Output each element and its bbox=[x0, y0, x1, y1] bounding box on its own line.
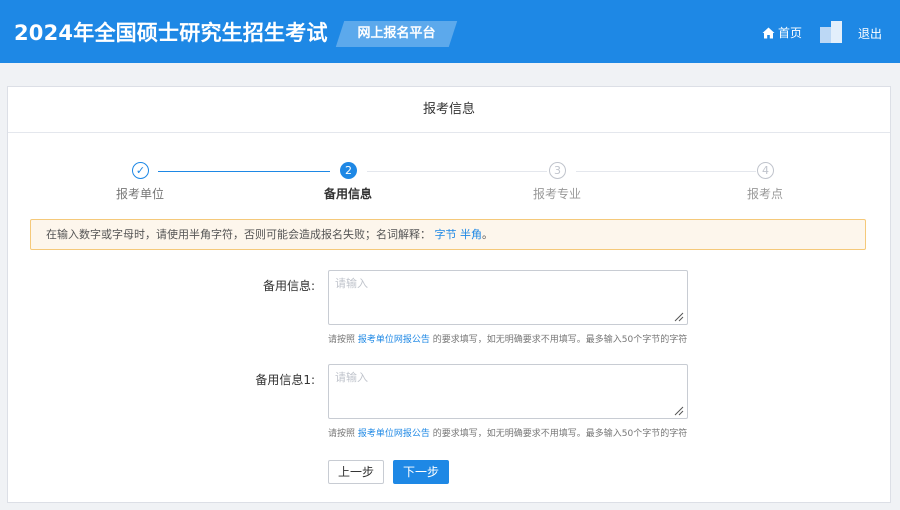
hint-prefix: 请按照 bbox=[328, 335, 358, 345]
step-3-label: 报考专业 bbox=[532, 187, 581, 201]
backup-info-1-textarea[interactable] bbox=[328, 364, 688, 419]
step-connector-pending bbox=[367, 171, 547, 172]
step-4-label: 报考点 bbox=[746, 187, 783, 201]
registration-card: 报考信息 ✓ 报考单位 2 备用信息 3 报考专业 4 报考点 在输入数字或字母… bbox=[7, 86, 891, 503]
resize-grip-icon[interactable] bbox=[674, 312, 684, 322]
backup-info-label: 备用信息: bbox=[262, 279, 315, 293]
step-2-number: 2 bbox=[340, 162, 357, 179]
hint-prefix: 请按照 bbox=[328, 429, 358, 439]
step-1-check-icon: ✓ bbox=[132, 162, 149, 179]
half-width-warning-alert: 在输入数字或字母时，请使用半角字符，否则可能会造成报名失败；名词解释： 字节 半… bbox=[30, 219, 866, 250]
avatar-shape-right bbox=[831, 21, 842, 43]
announcement-link[interactable]: 报考单位网报公告 bbox=[358, 335, 430, 345]
step-connector-pending bbox=[576, 171, 756, 172]
home-icon bbox=[762, 27, 775, 39]
resize-grip-icon[interactable] bbox=[674, 406, 684, 416]
step-connector-done bbox=[158, 171, 330, 172]
alert-link-half-width[interactable]: 半角 bbox=[460, 228, 482, 241]
card-title: 报考信息 bbox=[8, 87, 890, 133]
next-step-button[interactable]: 下一步 bbox=[393, 460, 449, 484]
backup-info-1-label: 备用信息1: bbox=[255, 373, 315, 387]
top-navbar: 2024年全国硕士研究生招生考试 网上报名平台 首页 退出 bbox=[0, 0, 900, 63]
user-avatar[interactable] bbox=[820, 21, 842, 43]
step-1-label: 报考单位 bbox=[115, 187, 164, 201]
avatar-shape-left bbox=[820, 27, 831, 43]
backup-info-1-hint: 请按照 报考单位网报公告 的要求填写，如无明确要求不用填写。最多输入50个字节的… bbox=[328, 426, 687, 439]
step-3-number: 3 bbox=[549, 162, 566, 179]
alert-end: 。 bbox=[482, 228, 493, 241]
home-link[interactable]: 首页 bbox=[762, 24, 802, 41]
hint-suffix: 的要求填写，如无明确要求不用填写。最多输入50个字节的字符 bbox=[429, 429, 688, 439]
announcement-link[interactable]: 报考单位网报公告 bbox=[358, 429, 430, 439]
hint-suffix: 的要求填写，如无明确要求不用填写。最多输入50个字节的字符 bbox=[429, 335, 688, 345]
alert-link-byte[interactable]: 字节 bbox=[435, 228, 457, 241]
alert-text: 在输入数字或字母时，请使用半角字符，否则可能会造成报名失败；名词解释： bbox=[46, 228, 431, 241]
logout-link[interactable]: 退出 bbox=[858, 25, 882, 42]
step-2-label: 备用信息 bbox=[323, 187, 372, 201]
progress-steps: ✓ 报考单位 2 备用信息 3 报考专业 4 报考点 bbox=[8, 162, 890, 202]
backup-info-hint: 请按照 报考单位网报公告 的要求填写，如无明确要求不用填写。最多输入50个字节的… bbox=[328, 332, 687, 345]
platform-badge-label: 网上报名平台 bbox=[357, 26, 436, 41]
platform-badge: 网上报名平台 bbox=[335, 21, 458, 47]
home-link-label: 首页 bbox=[778, 26, 803, 40]
app-title: 2024年全国硕士研究生招生考试 bbox=[14, 21, 328, 45]
backup-info-textarea[interactable] bbox=[328, 270, 688, 325]
step-4-number: 4 bbox=[757, 162, 774, 179]
previous-step-button[interactable]: 上一步 bbox=[328, 460, 384, 484]
